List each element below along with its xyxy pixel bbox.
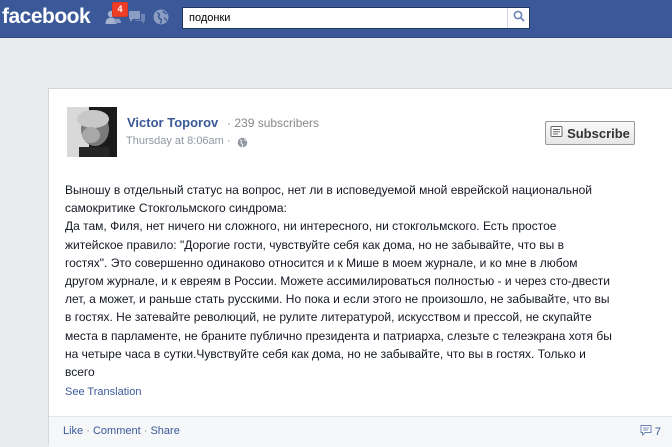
comment-icon: [640, 424, 652, 439]
subscribe-icon: [550, 125, 563, 141]
separator-dot: ·: [143, 425, 148, 437]
search-icon: [513, 9, 525, 27]
notifications-globe-icon[interactable]: [152, 8, 170, 26]
facebook-logo[interactable]: facebook: [2, 5, 91, 29]
separator-dot: ·: [86, 425, 90, 437]
comment-count[interactable]: 7: [640, 424, 661, 439]
share-link[interactable]: Share: [150, 425, 179, 437]
author-name-link[interactable]: Victor Toporov: [127, 115, 218, 130]
post-actions: Like · Comment · Share: [63, 425, 180, 437]
comment-link[interactable]: Comment: [93, 425, 141, 437]
notification-badge: 4: [112, 2, 128, 17]
subscribers-info: · 239 subscribers: [227, 116, 319, 130]
search-input[interactable]: [183, 8, 508, 28]
like-link[interactable]: Like: [63, 425, 83, 437]
top-bar: facebook 4: [0, 0, 672, 38]
post-card: Victor Toporov · 239 subscribers Thursda…: [48, 88, 672, 447]
subscribers-count-link[interactable]: 239 subscribers: [234, 116, 319, 130]
separator-dot: ·: [227, 116, 231, 130]
post-timestamp-link[interactable]: Thursday at 8:06am: [126, 135, 224, 147]
public-audience-icon[interactable]: [237, 135, 248, 153]
post-body-text: Выношу в отдельный статус на вопрос, нет…: [65, 183, 612, 380]
separator-dot: ·: [226, 135, 231, 147]
subscribe-label: Subscribe: [567, 125, 630, 141]
post-action-bar: Like · Comment · Share 7: [49, 416, 672, 447]
author-avatar[interactable]: [67, 107, 117, 157]
search-button[interactable]: [507, 8, 529, 28]
timestamp-info: Thursday at 8:06am ·: [126, 135, 231, 147]
search-bar: [182, 7, 530, 29]
messages-icon[interactable]: [128, 8, 146, 26]
subscribe-button[interactable]: Subscribe: [545, 121, 635, 145]
comment-count-value: 7: [654, 425, 661, 438]
see-translation-link[interactable]: See Translation: [65, 386, 141, 398]
